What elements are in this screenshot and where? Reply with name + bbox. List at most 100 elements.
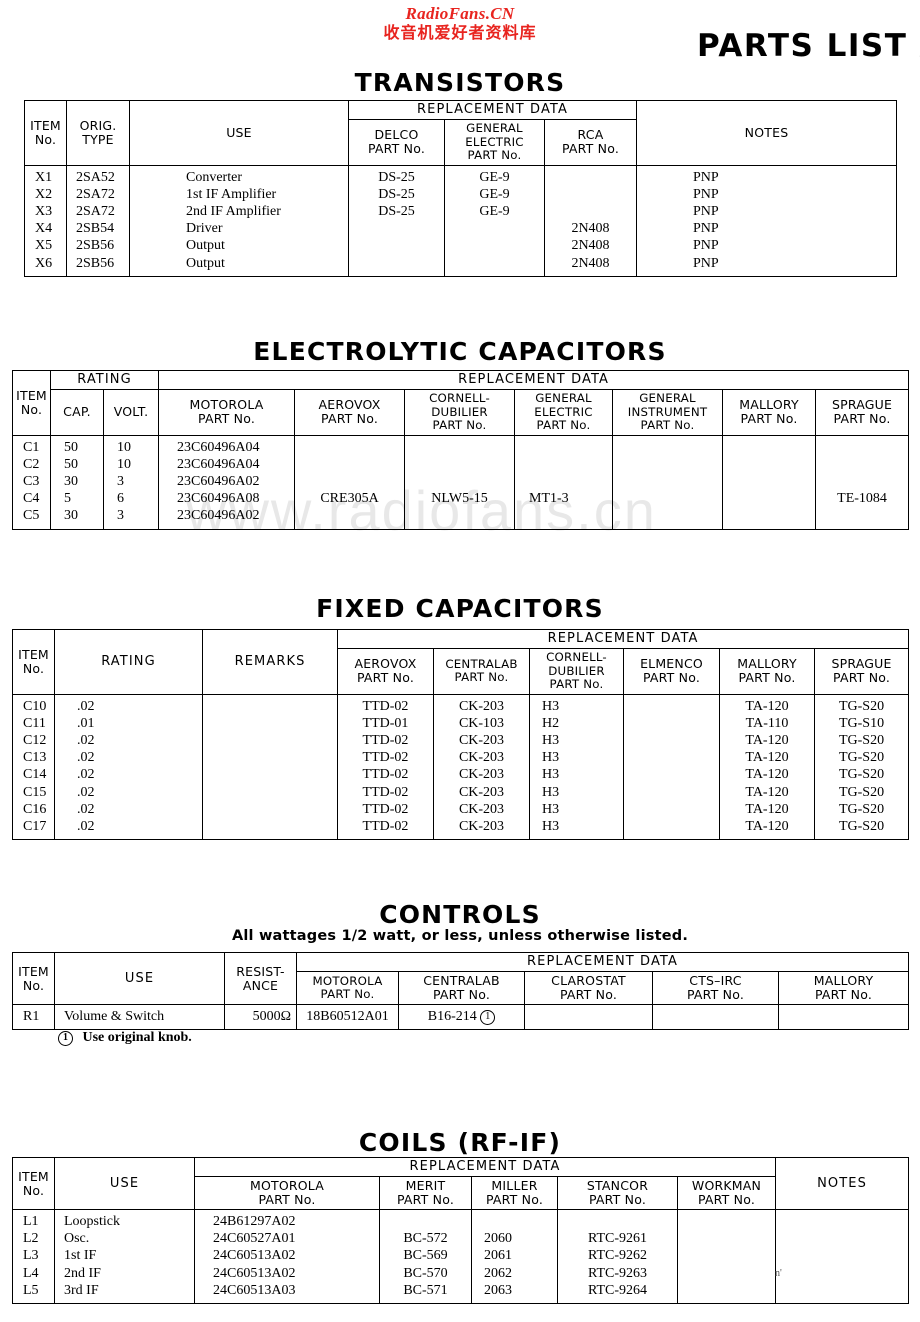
table-header-row: ITEM No. USE REPLACEMENT DATA NOTES — [12, 1157, 909, 1210]
th-resistance: RESIST- ANCE — [224, 952, 297, 1005]
col-mallory-part-no — [778, 1003, 909, 1031]
col-mallory-part-no: TA-120 TA-110 TA-120 TA-120 TA-120 TA-12… — [719, 693, 815, 841]
th-rating: RATING — [54, 629, 203, 695]
col-sprague-part-no: ... TE-1084 . — [815, 434, 910, 530]
th-notes: NOTES — [775, 1157, 909, 1210]
th-use: USE — [54, 1157, 195, 1210]
th-orig-type: ORIG. TYPE — [66, 100, 130, 166]
fixed-capacitors-section-title: FIXED CAPACITORS — [316, 594, 604, 623]
th-miller-part-no: MILLER PART No. — [471, 1176, 558, 1210]
th-motorola-part-no: MOTOROLA PART No. — [194, 1176, 380, 1210]
col-ge-part-no: GE-9 GE-9 GE-9 ... — [444, 164, 545, 277]
th-use: USE — [129, 100, 349, 166]
th-clarostat-part-no: CLAROSTAT PART No. — [524, 971, 653, 1005]
th-replacement-data: REPLACEMENT DATA — [158, 370, 910, 390]
electrolytic-capacitors-section-title: ELECTROLYTIC CAPACITORS — [253, 337, 667, 366]
col-notes: PNP PNP PNP PNP PNP PNP — [636, 164, 898, 277]
col-item-no: C10 C11 C12 C13 C14 C15 C16 C17 — [12, 693, 55, 841]
th-cap: CAP. — [50, 389, 104, 436]
th-elmenco-part-no: ELMENCO PART No. — [623, 648, 720, 695]
col-aerovox-part-no: TTD-02 TTD-01 TTD-02 TTD-02 TTD-02 TTD-0… — [337, 693, 434, 841]
col-general-instrument-part-no: ... . — [612, 434, 724, 530]
coils-section-title: COILS (RF-IF) — [358, 1128, 562, 1157]
col-motorola-part-no: 24B61297A02 24C60527A01 24C60513A02 24C6… — [194, 1208, 380, 1305]
col-centralab-part-no: CK-203 CK-103 CK-203 CK-203 CK-203 CK-20… — [433, 693, 530, 841]
col-cap: 50 50 30 5 30 — [50, 434, 104, 530]
th-delco-part-no: DELCO PART No. — [348, 119, 445, 166]
th-aerovox-part-no: AEROVOX PART No. — [337, 648, 434, 695]
table-subheader-row: CAP. VOLT. MOTOROLA PART No. AEROVOX PAR… — [13, 389, 910, 436]
col-rating: .02 .01 .02 .02 .02 .02 .02 .02 — [54, 693, 203, 841]
th-centralab-part-no: CENTRALAB PART No. — [398, 971, 525, 1005]
th-item-no: ITEM No. — [12, 952, 55, 1005]
th-motorola-part-no: MOTOROLA PART No. — [296, 971, 399, 1005]
th-general-electric-part-no: GENERAL ELECTRIC PART No. — [514, 389, 614, 436]
col-orig-type: 2SA52 2SA72 2SA72 2SB54 2SB56 2SB56 — [66, 164, 130, 277]
col-item-no: L1 L2 L3 L4 L5 — [12, 1208, 55, 1305]
col-rca-part-no: ... 2N408 2N408 2N408 — [543, 164, 638, 277]
table-body-row: X1 X2 X3 X4 X5 X6 2SA52 2SA72 2SA72 2SB5… — [24, 164, 898, 277]
table-body-row: C10 C11 C12 C13 C14 C15 C16 C17 .02 .01 … — [12, 693, 910, 841]
th-mallory-part-no: MALLORY PART No. — [778, 971, 909, 1005]
th-replacement-data: REPLACEMENT DATA — [194, 1157, 776, 1177]
transistors-section-title: TRANSISTORS — [354, 68, 566, 97]
footnote-number-icon: 1 — [58, 1031, 73, 1046]
th-notes: NOTES — [636, 100, 898, 166]
col-stancor-part-no: . RTC-9261 RTC-9262 RTC-9263 RTC-9264 — [557, 1208, 678, 1305]
col-aerovox-part-no: ... CRE305A . — [294, 434, 406, 530]
col-use: Loopstick Osc. 1st IF 2nd IF 3rd IF — [54, 1208, 195, 1305]
th-cornell-dubilier-part-no: CORNELL- DUBILIER PART No. — [529, 648, 624, 695]
electrolytic-capacitors-table: ITEM No. RATING REPLACEMENT DATA CAP. VO… — [12, 370, 910, 530]
th-replacement-data: REPLACEMENT DATA — [347, 100, 638, 120]
col-remarks: .... .... — [202, 693, 338, 841]
th-cts-irc-part-no: CTS–IRC PART No. — [652, 971, 779, 1005]
th-item-no: ITEM No. — [12, 629, 55, 695]
col-cts-irc-part-no — [652, 1003, 779, 1031]
th-mallory-part-no: MALLORY PART No. — [722, 389, 817, 436]
controls-footnote: 1 Use original knob. — [58, 1030, 192, 1046]
table-body-row: C1 C2 C3 C4 C5 50 50 30 5 30 10 10 3 6 3… — [12, 434, 910, 530]
th-workman-part-no: WORKMAN PART No. — [677, 1176, 776, 1210]
col-volt: 10 10 3 6 3 — [102, 434, 160, 530]
th-aerovox-part-no: AEROVOX PART No. — [294, 389, 406, 436]
transistors-table: ITEM No. ORIG. TYPE USE REPLACEMENT DATA… — [24, 100, 898, 277]
th-rating-group: RATING — [49, 370, 160, 390]
footnote-marker-icon: 1 — [480, 1010, 496, 1025]
th-motorola-part-no: MOTOROLA PART No. — [158, 389, 296, 436]
table-body-row: L1 L2 L3 L4 L5 Loopstick Osc. 1st IF 2nd… — [12, 1208, 909, 1305]
controls-table: ITEM No. USE RESIST- ANCE REPLACEMENT DA… — [12, 952, 909, 1031]
th-replacement-data: REPLACEMENT DATA — [296, 952, 909, 972]
th-mallory-part-no: MALLORY PART No. — [719, 648, 815, 695]
th-item-no: ITEM No. — [12, 1157, 55, 1210]
col-miller-part-no: . 2060 2061 2062 2063 — [471, 1208, 558, 1305]
col-elmenco-part-no: .... .... — [623, 693, 720, 841]
th-general-electric-part-no: GENERAL ELECTRIC PART No. — [444, 119, 545, 166]
fixed-capacitors-table: ITEM No. RATING REMARKS REPLACEMENT DATA… — [12, 629, 910, 841]
col-item-no: R1 — [12, 1003, 55, 1031]
col-use: Volume & Switch — [54, 1003, 225, 1031]
th-sprague-part-no: SPRAGUE PART No. — [813, 648, 910, 695]
table-header-row: ITEM No. ORIG. TYPE USE REPLACEMENT DATA… — [24, 100, 898, 166]
th-stancor-part-no: STANCOR PART No. — [557, 1176, 678, 1210]
th-centralab-part-no: CENTRALAB PART No. — [433, 648, 530, 695]
col-clarostat-part-no — [524, 1003, 653, 1031]
table-header-row: ITEM No. USE RESIST- ANCE REPLACEMENT DA… — [12, 952, 909, 1005]
th-sprague-part-no: SPRAGUE PART No. — [815, 389, 910, 436]
th-remarks: REMARKS — [202, 629, 338, 695]
th-cornell-dubilier-part-no: CORNELL- DUBILIER PART No. — [404, 389, 516, 436]
footnote-text: Use original knob. — [82, 1030, 192, 1045]
scan-smudge: n' — [775, 1268, 782, 1279]
table-body-row: R1 Volume & Switch 5000Ω 18B60512A01 B16… — [12, 1003, 909, 1031]
table-header-row: ITEM No. RATING REMARKS REPLACEMENT DATA — [12, 629, 910, 695]
col-workman-part-no: ... .. — [677, 1208, 776, 1305]
col-motorola-part-no: 18B60512A01 — [296, 1003, 399, 1031]
col-delco-part-no: DS-25 DS-25 DS-25 ... — [348, 164, 445, 277]
th-replacement-data: REPLACEMENT DATA — [336, 629, 910, 649]
th-general-instrument-part-no: GENERAL INSTRUMENT PART No. — [612, 389, 724, 436]
controls-section-title: CONTROLS — [379, 900, 541, 929]
col-notes: ... .. — [775, 1208, 909, 1305]
coils-table: ITEM No. USE REPLACEMENT DATA NOTES MOTO… — [12, 1157, 909, 1305]
col-cornell-dubilier-part-no: ... NLW5-15 . — [404, 434, 516, 530]
th-item-no: ITEM No. — [24, 100, 67, 166]
page-title: PARTS LIST AN — [697, 28, 920, 64]
